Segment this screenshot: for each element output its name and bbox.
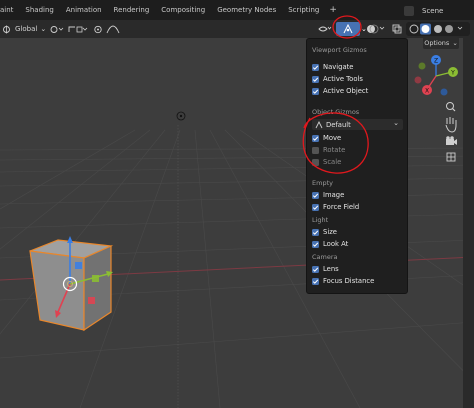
chevron-down-icon: ⌄ (452, 39, 458, 47)
rendered-icon (445, 25, 453, 33)
size-label: Size (323, 228, 337, 236)
move-checkbox[interactable]: Move (312, 133, 341, 143)
tab-rendering[interactable]: Rendering (108, 0, 156, 20)
chevron-down-icon: ⌄ (393, 119, 399, 127)
overlays-dropdown[interactable] (366, 23, 386, 35)
wireframe-icon (409, 24, 419, 34)
gizmo-orientation-value: Default (326, 120, 351, 129)
focus-distance-label: Focus Distance (323, 277, 375, 285)
gizmo-icon (343, 23, 353, 34)
scene-icon (404, 5, 414, 16)
move-label: Move (323, 134, 342, 142)
orientation-icon (3, 25, 10, 33)
grid-view-icon[interactable] (446, 152, 456, 162)
proportional-falloff-dropdown[interactable] (106, 23, 120, 35)
image-checkbox[interactable]: Image (312, 190, 344, 200)
proportional-edit-icon (94, 25, 102, 33)
snap-dropdown[interactable] (68, 23, 88, 35)
force-field-checkbox[interactable]: Force Field (312, 202, 359, 212)
pan-hand-icon[interactable] (445, 117, 457, 133)
tab-scripting[interactable]: Scripting (282, 0, 325, 20)
scene-label: Scene (422, 6, 444, 15)
active-object-checkbox[interactable]: Active Object (312, 86, 368, 96)
solid-icon (421, 25, 430, 33)
tab-animation[interactable]: Animation (60, 0, 108, 20)
checkbox-unchecked-icon (312, 158, 319, 166)
visibility-icon (318, 26, 332, 32)
tab-layout[interactable]: aint (0, 0, 19, 20)
falloff-icon (106, 25, 120, 33)
lens-label: Lens (323, 265, 339, 273)
rotate-label: Rotate (323, 146, 346, 154)
shading-mode-group (406, 22, 470, 36)
y-axis-label: Y (450, 70, 455, 77)
options-label: Options (424, 39, 450, 47)
orientation-label: Global (15, 25, 38, 33)
z-axis-label: Z (434, 58, 438, 65)
empty-header: Empty (312, 179, 333, 187)
lens-checkbox[interactable]: Lens (312, 264, 339, 274)
navigate-checkbox[interactable]: Navigate (312, 62, 354, 72)
checkbox-checked-icon (312, 240, 319, 248)
light-object[interactable] (176, 111, 186, 121)
navigate-label: Navigate (323, 63, 354, 71)
proportional-edit-toggle[interactable] (93, 23, 103, 35)
checkbox-checked-icon (312, 203, 319, 211)
material-preview-icon (434, 25, 442, 33)
orientation-icon (315, 120, 323, 128)
focus-distance-checkbox[interactable]: Focus Distance (312, 276, 374, 286)
xray-toggle[interactable] (392, 23, 402, 35)
transform-orientation-dropdown[interactable]: Global ⌄ (2, 23, 46, 35)
rotate-checkbox[interactable]: Rotate (312, 145, 345, 155)
checkbox-unchecked-icon (312, 146, 319, 154)
checkbox-checked-icon (312, 63, 319, 71)
camera-header: Camera (312, 253, 338, 261)
checkbox-checked-icon (312, 134, 319, 142)
navigation-gizmo[interactable]: Z Y X (408, 52, 468, 162)
options-dropdown[interactable]: Options ⌄ (423, 37, 459, 49)
shading-mode-icons (409, 23, 463, 35)
chevron-down-icon: ⌄ (40, 25, 47, 33)
visibility-dropdown[interactable] (318, 23, 332, 35)
scale-label: Scale (323, 158, 342, 166)
checkbox-checked-icon (312, 228, 319, 236)
checkbox-checked-icon (312, 75, 319, 83)
scale-checkbox[interactable]: Scale (312, 157, 341, 167)
look-at-checkbox[interactable]: Look At (312, 239, 348, 249)
object-gizmos-header: Object Gizmos (312, 108, 360, 116)
light-header: Light (312, 216, 329, 224)
checkbox-checked-icon (312, 277, 319, 285)
scene-selector[interactable]: Scene (404, 4, 474, 17)
image-label: Image (323, 191, 345, 199)
viewport-gizmos-header: Viewport Gizmos (312, 46, 367, 54)
gizmo-orientation-dropdown[interactable]: Default ⌄ (312, 119, 403, 130)
add-workspace-button[interactable]: + (325, 5, 341, 15)
checkbox-checked-icon (312, 191, 319, 199)
tab-compositing[interactable]: Compositing (155, 0, 211, 20)
tab-geometry-nodes[interactable]: Geometry Nodes (211, 0, 282, 20)
active-object-label: Active Object (323, 87, 369, 95)
gizmo-toggle-button[interactable] (336, 22, 360, 36)
size-checkbox[interactable]: Size (312, 227, 337, 237)
zoom-icon[interactable] (446, 102, 456, 112)
snap-icon (68, 26, 88, 32)
viewport-gizmos-popover: Viewport Gizmos Navigate Active Tools Ac… (306, 38, 408, 294)
look-at-label: Look At (323, 240, 349, 248)
viewport-header: Global ⌄ ⌄ (0, 20, 474, 38)
force-field-label: Force Field (323, 203, 360, 211)
x-axis-label: X (425, 88, 429, 95)
active-tools-checkbox[interactable]: Active Tools (312, 74, 363, 84)
pivot-icon (50, 25, 64, 33)
workspace-tab-bar: aint Shading Animation Rendering Composi… (0, 0, 474, 20)
checkbox-checked-icon (312, 265, 319, 273)
workspace-tabs: aint Shading Animation Rendering Composi… (0, 0, 341, 20)
tab-shading[interactable]: Shading (19, 0, 59, 20)
pivot-point-dropdown[interactable] (50, 23, 64, 35)
active-tools-label: Active Tools (323, 75, 363, 83)
checkbox-checked-icon (312, 87, 319, 95)
xray-icon (392, 24, 402, 34)
overlays-icon (367, 24, 385, 34)
camera-icon[interactable] (446, 136, 457, 145)
